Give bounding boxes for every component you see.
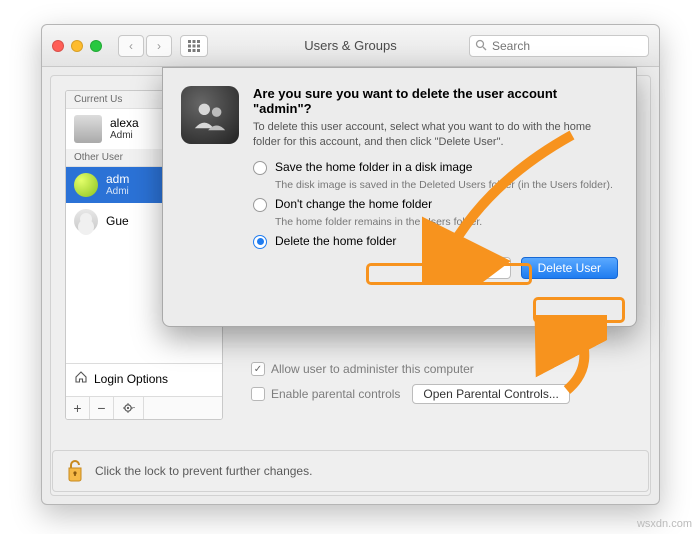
option-label: Delete the home folder [275, 234, 396, 248]
user-name-label: alexa [110, 117, 139, 130]
avatar [74, 115, 102, 143]
minimize-window-button[interactable] [71, 40, 83, 52]
option-sublabel: The home folder remains in the Users fol… [275, 216, 618, 228]
avatar [74, 173, 98, 197]
option-label: Save the home folder in a disk image [275, 160, 472, 174]
radio-icon [253, 161, 267, 175]
dialog-title: Are you sure you want to delete the user… [253, 86, 618, 116]
back-button[interactable]: ‹ [118, 35, 144, 57]
add-user-button[interactable]: + [66, 397, 90, 419]
watermark-text: wsxdn.com [637, 518, 692, 530]
delete-user-dialog: Are you sure you want to delete the user… [162, 67, 637, 327]
user-role-label: Admi [106, 186, 129, 197]
option-save-disk-image[interactable]: Save the home folder in a disk image [253, 160, 618, 175]
login-options-label: Login Options [94, 372, 168, 386]
lock-text: Click the lock to prevent further change… [95, 464, 312, 478]
radio-icon [253, 198, 267, 212]
remove-user-button[interactable]: − [90, 397, 114, 419]
home-icon [74, 370, 88, 387]
admin-checkbox-label: Allow user to administer this computer [271, 362, 474, 376]
login-options-button[interactable]: Login Options [66, 363, 222, 393]
zoom-window-button[interactable] [90, 40, 102, 52]
option-dont-change[interactable]: Don't change the home folder [253, 197, 618, 212]
titlebar: ‹ › Users & Groups [42, 25, 659, 67]
nav-buttons: ‹ › [118, 35, 172, 57]
gear-icon [122, 401, 136, 415]
lock-icon[interactable] [65, 458, 85, 485]
forward-button[interactable]: › [146, 35, 172, 57]
avatar [74, 209, 98, 233]
cancel-button[interactable]: Cancel [439, 257, 510, 279]
open-parental-controls-button[interactable]: Open Parental Controls... [412, 384, 569, 404]
user-name-label: Gue [106, 215, 129, 228]
parental-checkbox-label: Enable parental controls [271, 387, 400, 401]
dialog-subtitle: To delete this user account, select what… [253, 120, 618, 150]
users-pref-icon [181, 86, 239, 144]
add-remove-row: + − [66, 396, 222, 419]
search-input[interactable] [469, 35, 649, 57]
option-delete-home-folder[interactable]: Delete the home folder [253, 234, 618, 249]
user-name-label: adm [106, 173, 129, 186]
option-label: Don't change the home folder [275, 197, 432, 211]
close-window-button[interactable] [52, 40, 64, 52]
parental-checkbox[interactable] [251, 387, 265, 401]
option-sublabel: The disk image is saved in the Deleted U… [275, 179, 618, 191]
radio-icon [253, 235, 267, 249]
grid-icon [187, 39, 201, 53]
delete-user-button[interactable]: Delete User [521, 257, 618, 279]
permission-checks: Allow user to administer this computer E… [251, 362, 570, 412]
admin-checkbox[interactable] [251, 362, 265, 376]
preferences-window: ‹ › Users & Groups Current Us alexa Admi… [41, 24, 660, 505]
search-wrap [469, 35, 649, 57]
window-controls [52, 40, 102, 52]
action-menu-button[interactable] [114, 397, 144, 419]
show-all-button[interactable] [180, 35, 208, 57]
user-role-label: Admi [110, 130, 139, 141]
lock-bar: Click the lock to prevent further change… [52, 450, 649, 492]
search-icon [475, 39, 487, 54]
